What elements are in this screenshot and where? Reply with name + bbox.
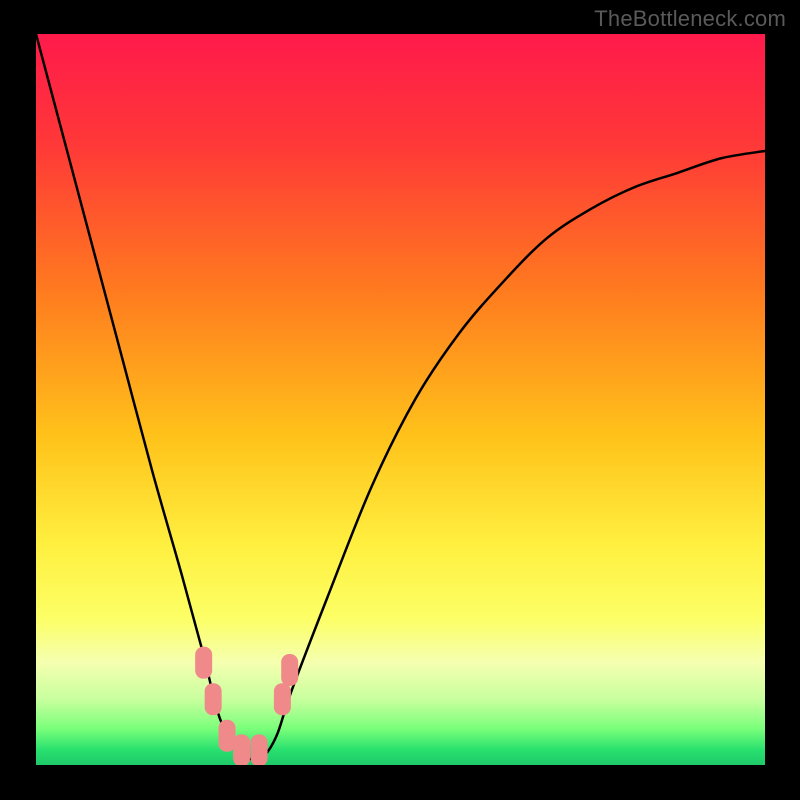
watermark-text: TheBottleneck.com (594, 6, 786, 32)
data-marker (219, 720, 236, 752)
chart-container: TheBottleneck.com (0, 0, 800, 800)
data-marker (205, 683, 222, 715)
gradient-background (36, 34, 765, 765)
chart-svg (36, 34, 765, 765)
data-marker (281, 654, 298, 686)
data-marker (251, 734, 268, 765)
data-marker (195, 647, 212, 679)
plot-area (36, 34, 765, 765)
data-marker (233, 734, 250, 765)
data-marker (274, 683, 291, 715)
